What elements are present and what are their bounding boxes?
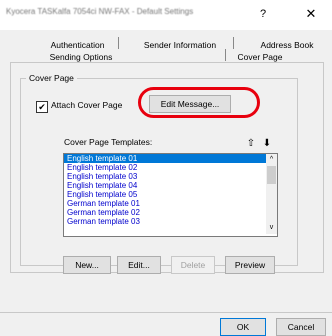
tab-sending-options[interactable]: Sending Options — [42, 52, 120, 62]
tab-authentication[interactable]: Authentication — [40, 40, 115, 50]
scroll-thumb[interactable] — [267, 166, 276, 184]
help-button[interactable]: ? — [252, 3, 274, 25]
list-item[interactable]: English template 02 — [64, 163, 277, 172]
scroll-up-icon[interactable]: ^ — [266, 155, 277, 165]
attach-cover-page-label[interactable]: Attach Cover Page — [51, 100, 122, 110]
tab-cover-page[interactable]: Cover Page — [230, 52, 290, 62]
templates-scrollbar[interactable]: ^ v — [266, 154, 277, 234]
ok-button[interactable]: OK — [220, 318, 266, 336]
cover-page-group-label: Cover Page — [26, 73, 77, 83]
preview-template-button[interactable]: Preview — [225, 256, 275, 274]
close-button[interactable]: ✕ — [300, 3, 322, 25]
tab-address-book[interactable]: Address Book — [252, 40, 322, 50]
move-up-icon[interactable]: ⇧ — [245, 138, 257, 150]
window-title: Kyocera TASKalfa 7054ci NW-FAX - Default… — [6, 7, 194, 16]
tab-divider — [225, 49, 226, 61]
annotation-highlight-circle — [138, 87, 260, 118]
delete-template-button[interactable]: Delete — [171, 256, 215, 274]
tab-sender-information[interactable]: Sender Information — [132, 40, 228, 50]
edit-template-button[interactable]: Edit... — [117, 256, 161, 274]
footer-divider — [0, 312, 332, 313]
attach-cover-page-checkbox[interactable]: ✔ — [36, 101, 48, 113]
list-item[interactable]: English template 01 — [64, 154, 277, 163]
new-template-button[interactable]: New... — [63, 256, 111, 274]
move-down-icon[interactable]: ⬇ — [261, 138, 273, 150]
list-item[interactable]: English template 05 — [64, 190, 277, 199]
list-item[interactable]: German template 01 — [64, 199, 277, 208]
templates-label: Cover Page Templates: — [64, 137, 153, 147]
scroll-down-icon[interactable]: v — [266, 223, 277, 233]
list-item[interactable]: German template 03 — [64, 217, 277, 226]
templates-list[interactable]: English template 01 English template 02 … — [63, 153, 278, 237]
list-item[interactable]: English template 04 — [64, 181, 277, 190]
title-bar: Kyocera TASKalfa 7054ci NW-FAX - Default… — [0, 0, 332, 30]
list-item[interactable]: German template 02 — [64, 208, 277, 217]
tab-divider — [233, 37, 234, 49]
cancel-button[interactable]: Cancel — [276, 318, 326, 336]
list-item[interactable]: English template 03 — [64, 172, 277, 181]
tab-divider — [118, 37, 119, 49]
